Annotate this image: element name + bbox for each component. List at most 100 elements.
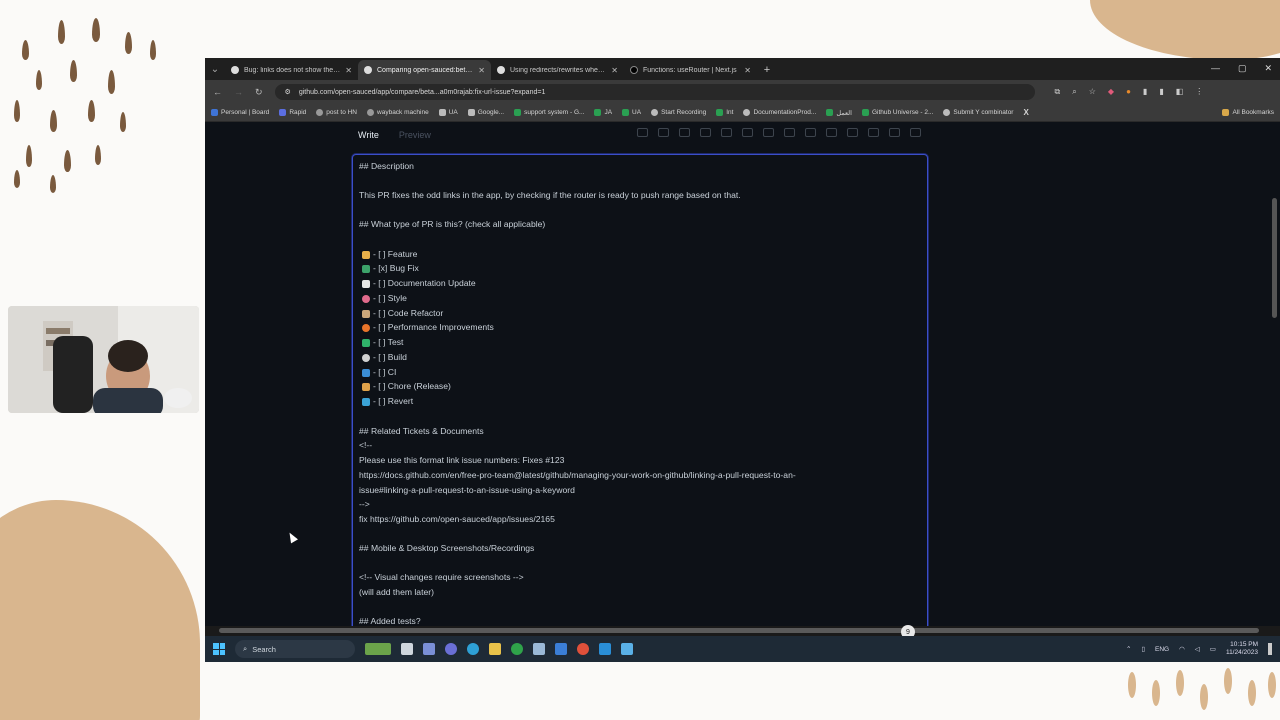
bookmark-item[interactable]: Personal | Board bbox=[211, 109, 269, 116]
scrollbar-thumb[interactable] bbox=[219, 628, 1259, 633]
widgets-icon[interactable] bbox=[365, 643, 391, 655]
taskbar-clock[interactable]: 10:15 PM 11/24/2023 bbox=[1226, 641, 1258, 657]
body-line: - [ ] Style bbox=[373, 293, 407, 303]
tab-label: Bug: links does not show the p... bbox=[244, 66, 341, 74]
bookmark-item[interactable]: post to HN bbox=[316, 109, 357, 116]
battery-icon[interactable]: ▭ bbox=[1210, 645, 1216, 653]
xbox-icon[interactable] bbox=[511, 643, 523, 655]
site-info-icon[interactable]: ⚙ bbox=[285, 88, 291, 96]
saved-reply-icon[interactable] bbox=[868, 128, 879, 137]
wifi-icon[interactable]: ◠ bbox=[1179, 645, 1185, 653]
heading-icon[interactable] bbox=[637, 128, 648, 137]
browser-tab-2[interactable]: Comparing open-sauced:beta... ✕ bbox=[358, 60, 491, 80]
body-line: - [ ] CI bbox=[373, 367, 397, 377]
bookmark-item[interactable]: UA bbox=[622, 109, 641, 116]
bookmark-item[interactable]: Int bbox=[716, 109, 733, 116]
bookmark-item[interactable]: UA bbox=[438, 109, 458, 116]
extension-icon[interactable]: ● bbox=[1126, 87, 1131, 97]
code-icon[interactable] bbox=[721, 128, 732, 137]
address-bar[interactable]: ⚙ github.com/open-sauced/app/compare/bet… bbox=[274, 84, 1035, 100]
extension-icon[interactable]: ▮ bbox=[1143, 87, 1147, 97]
maximize-icon[interactable]: ▢ bbox=[1238, 63, 1247, 74]
preview-tab[interactable]: Preview bbox=[399, 130, 431, 140]
teams-icon[interactable] bbox=[445, 643, 457, 655]
tab-label: Using redirects/rewrites when... bbox=[510, 66, 607, 74]
bookmark-item[interactable]: Google... bbox=[467, 109, 504, 116]
chrome-icon[interactable] bbox=[577, 643, 589, 655]
close-tab-icon[interactable]: ✕ bbox=[611, 66, 618, 75]
chevron-up-icon[interactable]: ⌃ bbox=[1126, 645, 1131, 653]
undo-icon[interactable] bbox=[889, 128, 900, 137]
zoom-icon[interactable]: ⌕ bbox=[1072, 87, 1076, 97]
bookmark-item[interactable]: Github Universe - 2... bbox=[861, 109, 933, 116]
notification-center-icon[interactable] bbox=[1268, 643, 1272, 655]
mention-icon[interactable] bbox=[826, 128, 837, 137]
close-tab-icon[interactable]: ✕ bbox=[478, 66, 485, 75]
install-icon[interactable]: ⧉ bbox=[1055, 87, 1061, 97]
menu-icon[interactable]: ⋮ bbox=[1195, 87, 1203, 97]
app-icon[interactable] bbox=[533, 643, 545, 655]
ordered-list-icon[interactable] bbox=[763, 128, 774, 137]
windows-start-icon[interactable] bbox=[213, 643, 225, 655]
taskbar-search[interactable]: ⌕ Search bbox=[235, 640, 355, 658]
browser-tab-1[interactable]: Bug: links does not show the p... ✕ bbox=[225, 60, 358, 80]
write-tab[interactable]: Write bbox=[358, 130, 379, 140]
back-icon[interactable]: ← bbox=[213, 87, 222, 97]
nextjs-icon bbox=[630, 66, 638, 74]
fullscreen-icon[interactable] bbox=[910, 128, 921, 137]
forward-icon[interactable]: → bbox=[234, 87, 243, 97]
file-explorer-icon[interactable] bbox=[489, 643, 501, 655]
tab-search-icon[interactable]: ⌄ bbox=[205, 58, 225, 80]
body-line: fix https://github.com/open-sauced/app/i… bbox=[359, 514, 555, 524]
bookmark-label: JA bbox=[604, 109, 613, 116]
all-bookmarks-button[interactable]: All Bookmarks bbox=[1222, 109, 1274, 116]
reload-icon[interactable]: ↻ bbox=[255, 87, 263, 98]
bookmark-label: Int bbox=[726, 109, 734, 116]
unordered-list-icon[interactable] bbox=[784, 128, 795, 137]
close-window-icon[interactable]: ✕ bbox=[1264, 63, 1272, 74]
mail-icon[interactable] bbox=[555, 643, 567, 655]
bookmark-item[interactable]: Start Recording bbox=[651, 109, 706, 116]
task-list-icon[interactable] bbox=[805, 128, 816, 137]
app-icon[interactable] bbox=[423, 643, 435, 655]
bookmark-item[interactable]: العمل bbox=[826, 109, 852, 117]
extension-icon[interactable]: ◆ bbox=[1108, 87, 1114, 97]
webcam-overlay bbox=[8, 306, 199, 413]
language-indicator[interactable]: ENG bbox=[1155, 646, 1169, 653]
browser-tab-3[interactable]: Using redirects/rewrites when... ✕ bbox=[491, 60, 624, 80]
browser-tab-4[interactable]: Functions: useRouter | Next.js ✕ bbox=[624, 60, 757, 80]
decor-top-right-blob bbox=[1090, 0, 1280, 60]
body-line: https://docs.github.com/en/free-pro-team… bbox=[359, 470, 796, 480]
bookmark-item[interactable]: JA bbox=[594, 109, 612, 116]
vertical-scrollbar[interactable] bbox=[1272, 198, 1277, 318]
bookmark-star-icon[interactable]: ☆ bbox=[1089, 87, 1096, 97]
microphone-icon[interactable]: ▯ bbox=[1141, 645, 1145, 653]
pr-body-textarea[interactable]: ## Description This PR fixes the odd lin… bbox=[352, 154, 928, 634]
reference-icon[interactable] bbox=[847, 128, 858, 137]
bookmark-item[interactable]: Submit Y combinator bbox=[943, 109, 1013, 116]
vscode-icon[interactable] bbox=[599, 643, 611, 655]
bookmark-item[interactable]: Rapid bbox=[279, 109, 306, 116]
tab-label: Functions: useRouter | Next.js bbox=[643, 66, 737, 74]
bold-icon[interactable] bbox=[658, 128, 669, 137]
volume-icon[interactable]: ◁ bbox=[1195, 645, 1200, 653]
new-tab-button[interactable]: + bbox=[757, 60, 777, 80]
quote-icon[interactable] bbox=[700, 128, 711, 137]
close-tab-icon[interactable]: ✕ bbox=[345, 66, 352, 75]
edge-icon[interactable] bbox=[467, 643, 479, 655]
bookmark-item[interactable]: support system - G... bbox=[514, 109, 584, 116]
minimize-icon[interactable]: — bbox=[1211, 63, 1220, 74]
bookmark-item[interactable]: wayback machine bbox=[367, 109, 429, 116]
sidepanel-icon[interactable]: ◧ bbox=[1176, 87, 1184, 97]
italic-icon[interactable] bbox=[679, 128, 690, 137]
x-icon[interactable]: X bbox=[1023, 108, 1028, 117]
decor-bottom-left-blob bbox=[0, 500, 200, 720]
horizontal-scrollbar[interactable] bbox=[205, 626, 1280, 636]
bookmark-item[interactable]: DocumentationProd... bbox=[743, 109, 816, 116]
notepad-icon[interactable] bbox=[621, 643, 633, 655]
extension-icon[interactable]: ▮ bbox=[1159, 87, 1163, 97]
close-tab-icon[interactable]: ✕ bbox=[744, 66, 751, 75]
task-view-icon[interactable] bbox=[401, 643, 413, 655]
link-icon[interactable] bbox=[742, 128, 753, 137]
window-controls: — ▢ ✕ bbox=[1211, 63, 1280, 80]
